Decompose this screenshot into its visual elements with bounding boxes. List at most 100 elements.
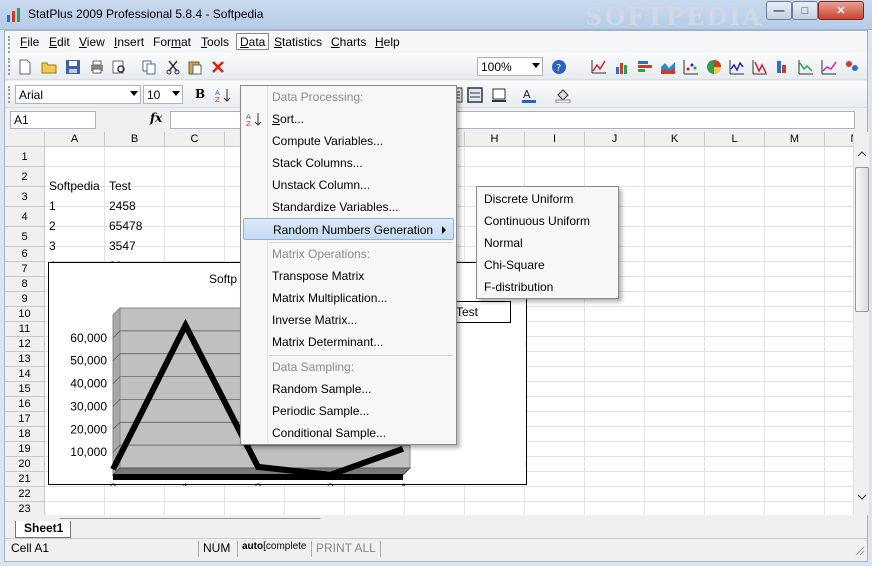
row-header-12[interactable]: 12 <box>5 337 45 352</box>
menu-charts[interactable]: Charts <box>328 34 369 51</box>
row-header-13[interactable]: 13 <box>5 352 45 367</box>
row-header-17[interactable]: 17 <box>5 412 45 427</box>
chart-scatter-icon[interactable] <box>683 59 699 75</box>
cell-A3[interactable]: 2 <box>49 219 56 233</box>
close-button[interactable]: ✕ <box>818 1 864 20</box>
row-header-10[interactable]: 10 <box>5 307 45 322</box>
chart-surface-icon[interactable] <box>752 59 768 75</box>
paste-icon[interactable] <box>187 59 203 75</box>
menu-edit[interactable]: Edit <box>46 34 73 51</box>
submenu-item-chi-square[interactable]: Chi-Square <box>479 254 617 276</box>
column-header-L[interactable]: L <box>705 132 765 147</box>
menu-item-stack-columns[interactable]: Stack Columns... <box>243 152 454 174</box>
vertical-scroll-thumb[interactable] <box>855 167 869 312</box>
row-header-5[interactable]: 5 <box>5 227 45 247</box>
sheet-tab-sheet1[interactable]: Sheet1 <box>15 521 71 538</box>
menu-insert[interactable]: Insert <box>111 34 147 51</box>
column-header-I[interactable]: I <box>525 132 585 147</box>
column-header-M[interactable]: M <box>765 132 825 147</box>
chart-radar-icon[interactable] <box>798 59 814 75</box>
chart-line-icon[interactable] <box>591 59 607 75</box>
print-preview-icon[interactable] <box>111 59 127 75</box>
row-header-9[interactable]: 9 <box>5 292 45 307</box>
column-header-B[interactable]: B <box>105 132 165 147</box>
chart-pie-icon[interactable] <box>706 59 722 75</box>
row-header-21[interactable]: 21 <box>5 472 45 487</box>
row-header-7[interactable]: 7 <box>5 262 45 277</box>
cell-A4[interactable]: 3 <box>49 239 56 253</box>
chart-stock-icon[interactable] <box>729 59 745 75</box>
menu-grip[interactable] <box>8 36 11 53</box>
submenu-item-normal[interactable]: Normal <box>479 232 617 254</box>
font-select[interactable]: Arial <box>15 85 141 104</box>
column-header-A[interactable]: A <box>45 132 105 147</box>
toolbar-grip[interactable] <box>8 86 11 103</box>
function-icon[interactable]: fx <box>150 111 162 125</box>
corner-select-all[interactable] <box>5 132 45 147</box>
chart-multi-icon[interactable] <box>821 59 837 75</box>
save-icon[interactable] <box>65 59 81 75</box>
minimize-button[interactable]: — <box>766 1 792 20</box>
toolbar-grip[interactable] <box>8 58 11 75</box>
menu-item-matrix-determinant[interactable]: Matrix Determinant... <box>243 331 454 353</box>
vertical-scrollbar[interactable] <box>853 132 869 515</box>
row-header-2[interactable]: 2 <box>5 167 45 187</box>
row-header-23[interactable]: 23 <box>5 502 45 515</box>
menu-item-compute-variables[interactable]: Compute Variables... <box>243 130 454 152</box>
help-icon[interactable]: ? <box>551 59 567 75</box>
submenu-item-continuous-uniform[interactable]: Continuous Uniform <box>479 210 617 232</box>
menu-item-matrix-multiplication[interactable]: Matrix Multiplication... <box>243 287 454 309</box>
open-icon[interactable] <box>41 59 57 75</box>
row-header-20[interactable]: 20 <box>5 457 45 472</box>
chart-hbar-icon[interactable] <box>637 59 653 75</box>
chart-dot-icon[interactable] <box>844 59 860 75</box>
column-header-C[interactable]: C <box>165 132 225 147</box>
copy-icon[interactable] <box>141 59 157 75</box>
cell-B2[interactable]: 2458 <box>109 199 136 213</box>
cut-icon[interactable] <box>165 59 181 75</box>
font-color-icon[interactable]: A <box>521 87 537 103</box>
chart-area-icon[interactable] <box>660 59 676 75</box>
fill-color-icon[interactable] <box>555 87 571 103</box>
menu-file[interactable]: File <box>17 34 42 51</box>
scroll-up-icon[interactable] <box>857 149 867 159</box>
column-header-K[interactable]: K <box>645 132 705 147</box>
zoom-select[interactable]: 100% <box>477 57 543 76</box>
cell-B1[interactable]: Test <box>109 179 131 193</box>
title-bar[interactable]: StatPlus 2009 Professional 5.8.4 - Softp… <box>0 0 872 31</box>
submenu-item-discrete-uniform[interactable]: Discrete Uniform <box>479 188 617 210</box>
menu-item-periodic-sample[interactable]: Periodic Sample... <box>243 400 454 422</box>
bold-button[interactable]: B <box>195 87 205 101</box>
column-header-H[interactable]: H <box>465 132 525 147</box>
row-header-8[interactable]: 8 <box>5 277 45 292</box>
cell-B3[interactable]: 65478 <box>109 219 142 233</box>
row-header-3[interactable]: 3 <box>5 187 45 207</box>
menu-item-inverse-matrix[interactable]: Inverse Matrix... <box>243 309 454 331</box>
menu-item-transpose-matrix[interactable]: Transpose Matrix <box>243 265 454 287</box>
menu-item-unstack-column[interactable]: Unstack Column... <box>243 174 454 196</box>
cell-B4[interactable]: 3547 <box>109 239 136 253</box>
row-header-16[interactable]: 16 <box>5 397 45 412</box>
menu-format[interactable]: Format <box>150 34 194 51</box>
column-header-J[interactable]: J <box>585 132 645 147</box>
menu-item-random-sample[interactable]: Random Sample... <box>243 378 454 400</box>
row-header-4[interactable]: 4 <box>5 207 45 227</box>
maximize-button[interactable]: □ <box>792 1 818 20</box>
chart-bar-icon[interactable] <box>614 59 630 75</box>
border-middle-icon[interactable] <box>467 87 483 103</box>
row-header-18[interactable]: 18 <box>5 427 45 442</box>
border-bottom-icon[interactable] <box>491 87 507 103</box>
sort-icon[interactable]: AZ <box>215 87 231 103</box>
row-header-15[interactable]: 15 <box>5 382 45 397</box>
chart-legend[interactable]: Test <box>449 301 511 323</box>
font-size-select[interactable]: 10 <box>143 85 183 104</box>
row-header-1[interactable]: 1 <box>5 147 45 167</box>
cell-A1[interactable]: Softpedia <box>49 179 100 193</box>
menu-item-random-numbers-generation[interactable]: Random Numbers Generation <box>243 218 454 240</box>
chart-bubble-icon[interactable] <box>775 59 791 75</box>
column-header-N[interactable]: N <box>825 132 853 147</box>
row-header-6[interactable]: 6 <box>5 247 45 262</box>
row-header-19[interactable]: 19 <box>5 442 45 457</box>
menu-data[interactable]: Data <box>236 33 270 50</box>
menu-help[interactable]: Help <box>372 34 403 51</box>
